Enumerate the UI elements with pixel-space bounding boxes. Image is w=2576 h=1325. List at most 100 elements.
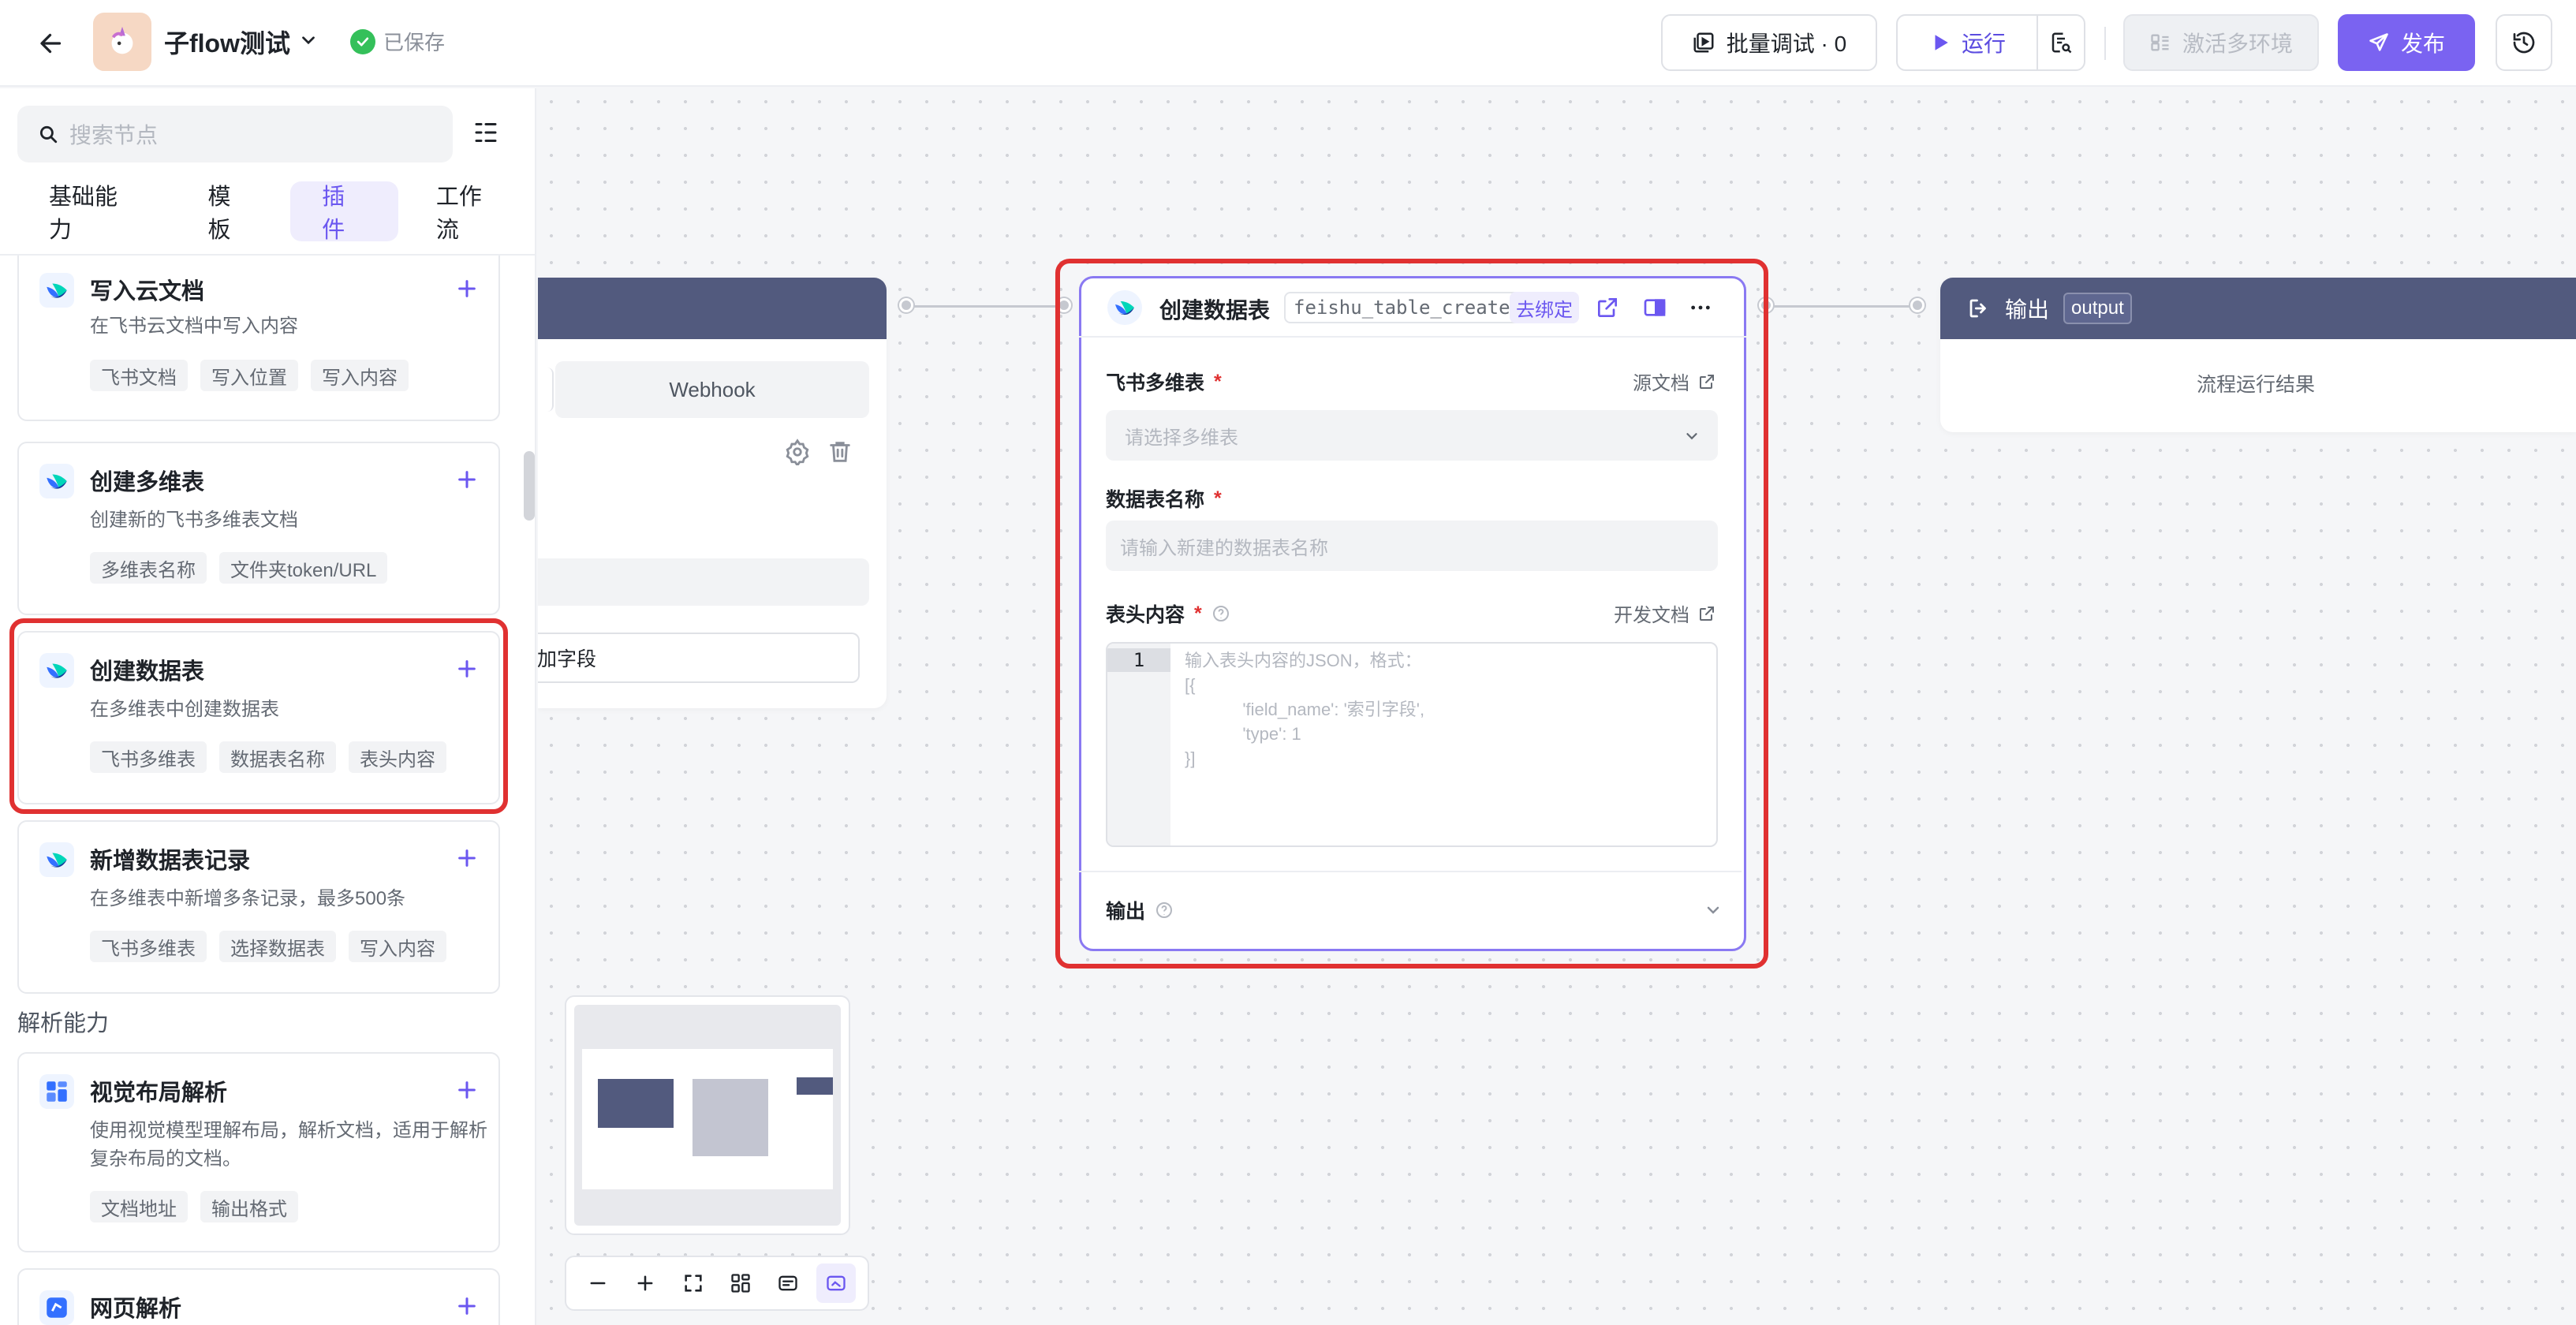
add-field-label: 添加字段: [538, 648, 597, 670]
search-placeholder: 搜索节点: [69, 123, 159, 147]
node-title[interactable]: 创建数据表: [1159, 293, 1270, 325]
add-plugin-button[interactable]: [450, 841, 484, 875]
table-name-input[interactable]: 请输入新建的数据表名称: [1106, 521, 1718, 571]
unbind-button[interactable]: 去绑定: [1510, 292, 1579, 323]
history-icon: [2513, 32, 2535, 54]
search-input[interactable]: 搜索节点: [17, 106, 453, 162]
trigger-tab[interactable]: [538, 368, 554, 412]
fullscreen-icon: [685, 1275, 702, 1292]
external-link-icon: [1700, 374, 1714, 389]
app-title[interactable]: 子flow测试: [164, 24, 290, 60]
search-icon: [39, 125, 58, 144]
start-node[interactable]: Webhook 添加字段: [538, 278, 887, 708]
feishu-icon: [39, 842, 74, 877]
auto-layout-button[interactable]: [721, 1263, 760, 1303]
plugin-card-visual-layout[interactable]: 视觉布局解析 使用视觉模型理解布局，解析文档，适用于解析复杂布局的文档。 文档地…: [17, 1052, 500, 1252]
add-plugin-button[interactable]: [450, 1073, 484, 1107]
output-section[interactable]: 输出: [1106, 896, 1174, 924]
plugin-name: 创建多维表: [90, 470, 205, 495]
tab-templates[interactable]: 模板: [176, 181, 284, 243]
label-text: 飞书多维表: [1106, 372, 1205, 394]
trash-icon[interactable]: [827, 439, 853, 469]
panel-scrollbar[interactable]: [524, 451, 535, 521]
input-port[interactable]: [1910, 298, 1925, 312]
plugin-card-add-record[interactable]: 新增数据表记录 在多维表中新增多条记录，最多500条 飞书多维表 选择数据表 写…: [17, 820, 500, 994]
unicorn-icon: [111, 26, 133, 54]
tab-webhook[interactable]: Webhook: [555, 361, 869, 418]
plugin-tags: 飞书多维表 选择数据表 写入内容: [90, 931, 446, 962]
tag: 飞书文档: [90, 360, 188, 391]
more-icon[interactable]: [1688, 295, 1713, 324]
output-node-tag: output: [2063, 293, 2132, 324]
source-doc-link[interactable]: 源文档: [1633, 368, 1716, 395]
history-button[interactable]: [2496, 14, 2552, 71]
plugin-card-create-base[interactable]: 创建多维表 创建新的飞书多维表文档 多维表名称 文件夹token/URL: [17, 442, 500, 615]
panel-tabs: 基础能力 模板 插件 工作流: [17, 181, 535, 243]
fit-view-button[interactable]: [674, 1263, 713, 1303]
check-circle-icon: [350, 28, 375, 54]
saved-label: 已保存: [383, 31, 446, 54]
activate-env-button[interactable]: 激活多环境: [2123, 14, 2319, 71]
minimap-node: [693, 1079, 768, 1156]
header-json-editor[interactable]: 1 输入表头内容的JSON，格式： [{ 'field_name': '索引字段…: [1106, 642, 1718, 847]
plus-icon: [458, 1081, 476, 1099]
help-icon: [1156, 902, 1173, 918]
feishu-icon: [1107, 290, 1142, 325]
feishu-icon: [39, 464, 74, 498]
plugin-card-write-doc[interactable]: 写入云文档 在飞书云文档中写入内容 飞书文档 写入位置 写入内容: [17, 256, 500, 421]
top-bar: 子flow测试 已保存 批量调试 · 0 运行 激活多环境 发布: [0, 0, 2576, 87]
back-button[interactable]: [32, 24, 71, 63]
output-node[interactable]: 输出 output 流程运行结果: [1940, 278, 2576, 432]
minimap[interactable]: [565, 995, 850, 1235]
tag: 选择数据表: [219, 931, 336, 962]
batch-debug-icon: [1693, 32, 1714, 53]
minimap-icon: [827, 1275, 846, 1291]
field-label-base: 飞书多维表 *: [1106, 368, 1222, 396]
add-plugin-button[interactable]: [450, 462, 484, 497]
zoom-out-button[interactable]: [578, 1263, 618, 1303]
plugin-card-web-parse[interactable]: 网页解析: [17, 1268, 500, 1325]
node-panel: 搜索节点 基础能力 模板 插件 工作流 写入云文档 在飞书云文档中写入内容 飞书…: [0, 88, 536, 1325]
comment-button[interactable]: [768, 1263, 808, 1303]
node-id-badge[interactable]: feishu_table_create_1: [1284, 292, 1543, 323]
add-field-button[interactable]: 添加字段: [538, 633, 860, 683]
document-icon: [2051, 32, 2072, 54]
canvas-toolbar: [565, 1256, 869, 1311]
app-avatar: [93, 13, 151, 71]
settings-icon[interactable]: [784, 439, 811, 469]
code-placeholder: 输入表头内容的JSON，格式： [{ 'field_name': '索引字段',…: [1185, 651, 1425, 768]
run-log-button[interactable]: [2037, 14, 2085, 71]
line-number: 1: [1107, 648, 1170, 672]
plugin-desc: 在多维表中新增多条记录，最多500条: [90, 888, 406, 909]
side-panel-icon[interactable]: [1642, 295, 1667, 324]
plus-icon: [458, 1297, 476, 1315]
minimap-node: [797, 1077, 833, 1095]
publish-button[interactable]: 发布: [2338, 14, 2475, 71]
chevron-down-icon[interactable]: [1704, 901, 1723, 924]
zoom-in-button[interactable]: [625, 1263, 665, 1303]
field-input[interactable]: [538, 558, 869, 606]
plugin-name: 新增数据表记录: [90, 849, 251, 874]
external-link-icon[interactable]: [1595, 295, 1620, 324]
arrow-left-icon: [40, 33, 62, 54]
chevron-down-icon[interactable]: [298, 30, 319, 54]
batch-debug-button[interactable]: 批量调试 · 0: [1661, 14, 1877, 71]
dev-doc-link[interactable]: 开发文档: [1614, 599, 1716, 627]
base-select[interactable]: 请选择多维表: [1106, 410, 1718, 461]
environment-icon: [2151, 34, 2169, 51]
tab-workflow[interactable]: 工作流: [405, 181, 535, 243]
add-plugin-button[interactable]: [450, 271, 484, 306]
minus-icon: [590, 1282, 606, 1285]
filter-list-icon[interactable]: [472, 118, 500, 151]
publish-label: 发布: [2400, 32, 2445, 56]
run-button[interactable]: 运行: [1896, 14, 2038, 71]
minimap-toggle-button[interactable]: [816, 1263, 856, 1303]
output-port[interactable]: [899, 298, 913, 312]
tab-plugins[interactable]: 插件: [290, 181, 398, 243]
label-text: 数据表名称: [1106, 489, 1205, 511]
exit-icon: [1969, 299, 1986, 318]
web-parse-icon: [39, 1290, 74, 1325]
tab-basic[interactable]: 基础能力: [17, 181, 170, 243]
plugin-name: 视觉布局解析: [90, 1081, 228, 1106]
add-plugin-button[interactable]: [450, 1289, 484, 1323]
